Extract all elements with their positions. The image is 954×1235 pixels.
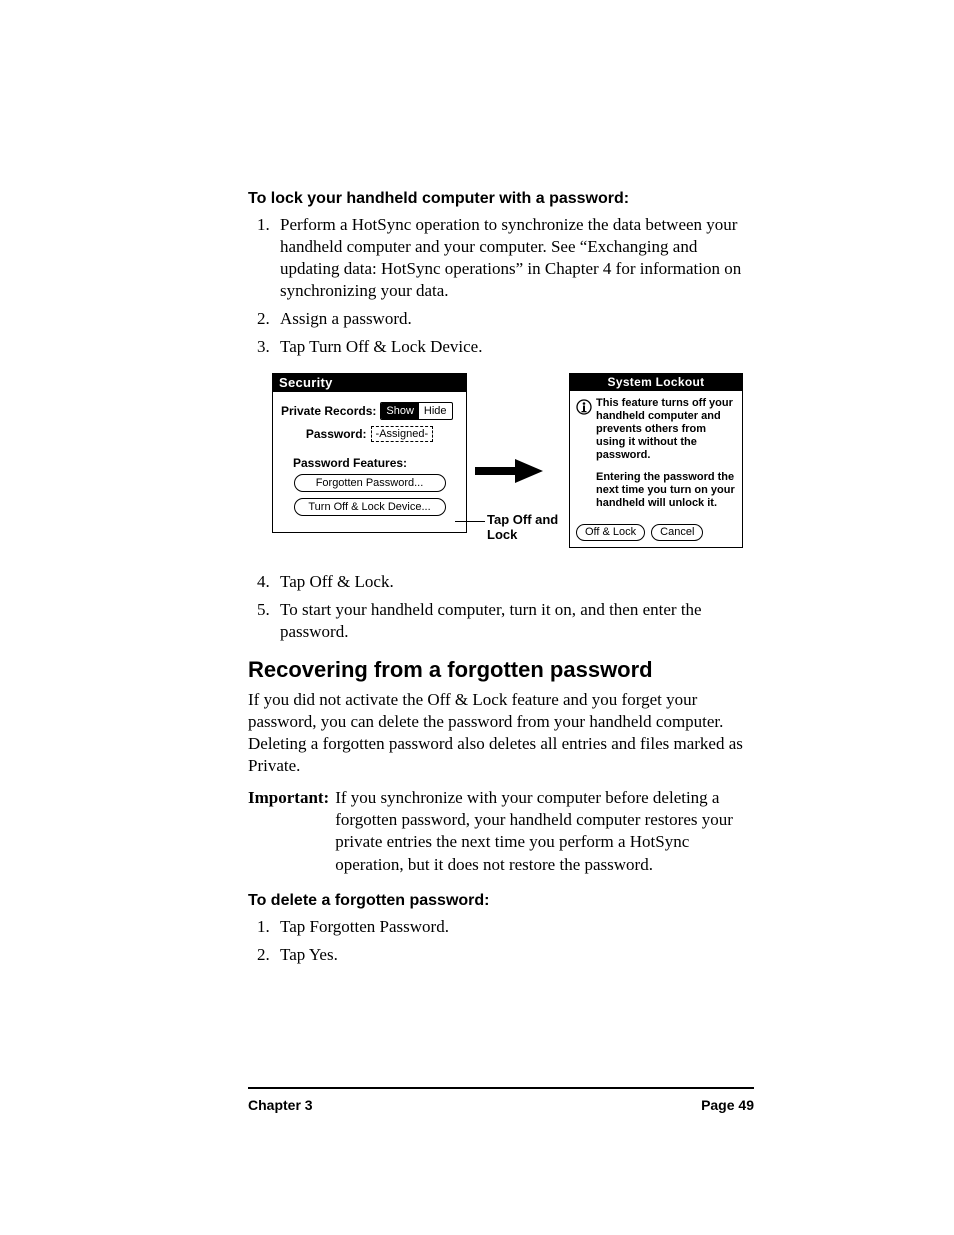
- heading-recovering: Recovering from a forgotten password: [248, 657, 754, 683]
- heading-lock-procedure: To lock your handheld computer with a pa…: [248, 190, 754, 208]
- lockout-para1: This feature turns off your handheld com…: [596, 397, 736, 463]
- arrow-column: Tap Off and Lock: [475, 373, 561, 553]
- turn-off-lock-button[interactable]: Turn Off & Lock Device...: [294, 498, 446, 516]
- important-label: Important:: [248, 787, 329, 875]
- delete-step-1: Tap Forgotten Password.: [274, 916, 754, 938]
- important-note: Important: If you synchronize with your …: [248, 787, 754, 875]
- step-1: Perform a HotSync operation to synchroni…: [274, 214, 754, 302]
- footer-rule: [248, 1087, 754, 1089]
- password-label: Password:: [306, 427, 367, 441]
- figure-row: Security Private Records: Show Hide Pass…: [272, 373, 754, 553]
- lockout-panel: System Lockout This feature turns off yo…: [569, 373, 743, 549]
- steps-delete: Tap Forgotten Password. Tap Yes.: [248, 916, 754, 966]
- private-records-label: Private Records:: [281, 404, 376, 418]
- callout-text: Tap Off and Lock: [487, 513, 561, 543]
- step-3: Tap Turn Off & Lock Device.: [274, 336, 754, 358]
- forgotten-password-button[interactable]: Forgotten Password...: [294, 474, 446, 492]
- delete-step-2: Tap Yes.: [274, 944, 754, 966]
- private-records-toggle[interactable]: Show Hide: [380, 402, 452, 420]
- step-5: To start your handheld computer, turn it…: [274, 599, 754, 643]
- toggle-hide[interactable]: Hide: [419, 403, 452, 419]
- password-features-label: Password Features:: [293, 456, 458, 470]
- lockout-para2: Entering the password the next time you …: [596, 471, 736, 511]
- security-title: Security: [273, 374, 466, 392]
- heading-delete-procedure: To delete a forgotten password:: [248, 892, 754, 910]
- step-2: Assign a password.: [274, 308, 754, 330]
- page-footer: Chapter 3 Page 49: [248, 1097, 754, 1113]
- callout-line: [455, 521, 485, 522]
- recover-paragraph: If you did not activate the Off & Lock f…: [248, 689, 754, 777]
- lockout-title: System Lockout: [570, 374, 742, 391]
- security-panel: Security Private Records: Show Hide Pass…: [272, 373, 467, 533]
- arrow-icon: [475, 459, 543, 483]
- info-icon: [576, 399, 592, 415]
- step-4: Tap Off & Lock.: [274, 571, 754, 593]
- important-text: If you synchronize with your computer be…: [335, 787, 754, 875]
- footer-page: Page 49: [701, 1097, 754, 1113]
- toggle-show[interactable]: Show: [381, 403, 419, 419]
- footer-chapter: Chapter 3: [248, 1097, 313, 1113]
- off-and-lock-button[interactable]: Off & Lock: [576, 524, 645, 541]
- steps-after-figure: Tap Off & Lock. To start your handheld c…: [248, 571, 754, 643]
- password-field[interactable]: -Assigned-: [371, 426, 434, 442]
- steps-lock: Perform a HotSync operation to synchroni…: [248, 214, 754, 359]
- cancel-button[interactable]: Cancel: [651, 524, 703, 541]
